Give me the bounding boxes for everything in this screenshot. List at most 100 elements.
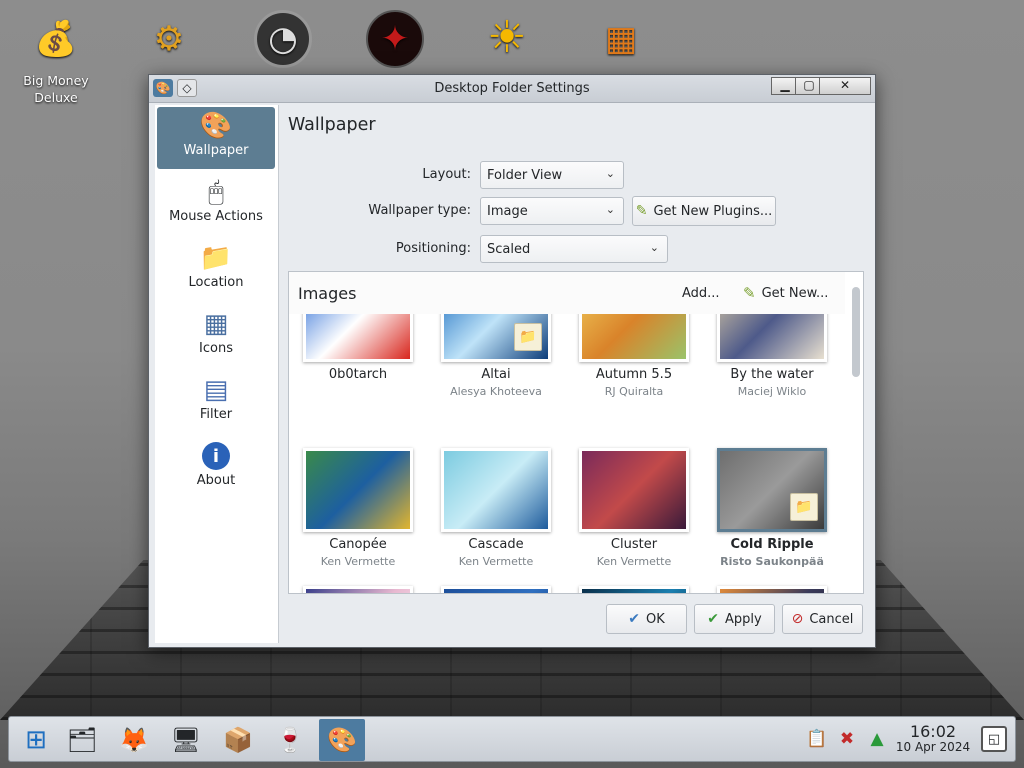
wallpaper-thumbnail[interactable] (579, 586, 689, 593)
wallpaper-item[interactable]: 📁 Cold Ripple Risto Saukonpää (707, 448, 837, 568)
close-button[interactable]: ✕ (819, 77, 871, 95)
sidebar-item-mouse-actions[interactable]: 🖱 Mouse Actions (157, 173, 275, 235)
wallpaper-thumbnail[interactable] (579, 448, 689, 532)
wallpaper-name: 0b0tarch (328, 367, 388, 382)
chevron-down-icon: ⌄ (605, 203, 615, 216)
wine-icon[interactable]: 🍷 (267, 719, 313, 761)
clipboard-icon[interactable]: 📋 (805, 727, 829, 751)
ok-button[interactable]: ✔ OK (606, 604, 687, 634)
sidebar-item-location[interactable]: 📁 Location (157, 239, 275, 301)
checkmark-icon: ✔ (707, 611, 720, 627)
package-installer-icon[interactable]: 📦 (215, 719, 261, 761)
wallpaper-name: Cascade (468, 537, 524, 552)
file-manager-icon[interactable]: 🗂 (59, 719, 105, 761)
wallpaper-name: By the water (730, 367, 814, 382)
settings-sidebar: 🎨 Wallpaper 🖱 Mouse Actions 📁 Location ▦… (155, 105, 279, 643)
wallpaper-thumbnail[interactable]: 📁 (717, 448, 827, 532)
network-disconnected-icon[interactable]: ✖ (835, 727, 859, 751)
layout-select[interactable]: Folder View ⌄ (480, 161, 624, 189)
sidebar-item-wallpaper[interactable]: 🎨 Wallpaper (157, 107, 275, 169)
wallpaper-item[interactable]: 0b0tarch (293, 314, 423, 382)
layout-label: Layout: (422, 167, 471, 182)
icons-icon: ▦ (203, 309, 229, 339)
cancel-icon: ⊘ (791, 611, 804, 627)
wallpaper-name: Altai (481, 367, 511, 382)
images-scrollbar[interactable] (851, 284, 861, 590)
images-panel: Images Add... ✎ Get New... 0b0tarch 📁 Alta… (288, 271, 864, 594)
wallpaper-item[interactable]: Autumn 5.5 RJ Quiralta (569, 314, 699, 398)
wallpaper-thumbnail[interactable] (441, 448, 551, 532)
wallpaper-author: Maciej Wiklo (737, 385, 807, 398)
start-menu-icon[interactable]: ⊞ (13, 719, 59, 761)
sidebar-item-label: Wallpaper (183, 143, 249, 158)
wallpaper-name: Cold Ripple (730, 537, 814, 552)
wallpaper-thumbnail[interactable] (303, 586, 413, 593)
info-icon: i (199, 439, 233, 473)
wallpaper-icon: 🎨 (199, 111, 233, 141)
wallpaper-type-select[interactable]: Image ⌄ (480, 197, 624, 225)
sidebar-item-filter[interactable]: ▤ Filter (157, 371, 275, 433)
wallpaper-item[interactable] (293, 586, 423, 593)
wallpaper-item[interactable]: Cluster Ken Vermette (569, 448, 699, 568)
positioning-value: Scaled (487, 242, 531, 257)
positioning-select[interactable]: Scaled ⌄ (480, 235, 668, 263)
download-plugins-icon: ✎ (635, 203, 648, 219)
layout-value: Folder View (487, 168, 563, 183)
wallpaper-item[interactable]: By the water Maciej Wiklo (707, 314, 837, 398)
wallpaper-item[interactable] (569, 586, 699, 593)
wallpaper-author: Ken Vermette (596, 555, 672, 568)
wallpaper-name: Canopée (329, 537, 387, 552)
desktop-icon-papers-please[interactable]: ✦ (350, 10, 440, 72)
desktop-folder-settings-dialog: 🎨 ◇ Desktop Folder Settings ▁ ▢ ✕ 🎨 Wall… (148, 74, 876, 648)
desktop-icon-kevin-pc[interactable]: ◔ (238, 10, 328, 72)
system-settings-icon[interactable]: 🖥 (163, 719, 209, 761)
desktop-icon-kevin-office[interactable]: ▦ (576, 10, 666, 72)
checkmark-icon: ✔ (628, 611, 640, 627)
wallpaper-author: Alesya Khoteeva (450, 385, 542, 398)
wallpaper-type-value: Image (487, 204, 528, 219)
get-new-plugins-button[interactable]: ✎ Get New Plugins... (632, 196, 776, 226)
scrollbar-thumb[interactable] (852, 287, 860, 377)
page-title: Wallpaper (288, 115, 376, 135)
wallpaper-type-label: Wallpaper type: (368, 203, 471, 218)
wallpaper-thumbnail[interactable] (579, 314, 689, 362)
speedometer-icon: ◔ (254, 10, 312, 68)
desktop-icon-5[interactable]: ☀ (462, 8, 552, 70)
money-bag-icon: 💰 (34, 18, 78, 59)
wallpaper-item[interactable] (707, 586, 837, 593)
get-new-label: Get New... (761, 285, 829, 301)
title-bar[interactable]: 🎨 ◇ Desktop Folder Settings ▁ ▢ ✕ (149, 75, 875, 103)
sidebar-item-label: Mouse Actions (169, 209, 263, 224)
show-desktop-icon[interactable]: ◱ (981, 726, 1007, 752)
sidebar-item-label: Location (188, 275, 244, 290)
wallpaper-thumbnail[interactable] (717, 314, 827, 362)
cancel-button[interactable]: ⊘ Cancel (782, 604, 863, 634)
wallpaper-item[interactable]: Canopée Ken Vermette (293, 448, 423, 568)
add-image-button[interactable]: Add... (682, 286, 720, 301)
wallpaper-item[interactable]: 📁 Altai Alesya Khoteeva (431, 314, 561, 398)
desktop-icon-big-money[interactable]: 💰 Big Money Deluxe (11, 10, 101, 106)
wallpaper-item[interactable]: Cascade Ken Vermette (431, 448, 561, 568)
taskbar: ⊞ 🗂 🦊 🖥 📦 🍷 🎨 📋 ✖ ▲ 16:02 10 Apr 2024 ◱ (8, 716, 1016, 762)
sidebar-item-icons[interactable]: ▦ Icons (157, 305, 275, 367)
apply-button[interactable]: ✔ Apply (694, 604, 775, 634)
wallpaper-thumbnail[interactable] (717, 586, 827, 593)
wallpaper-thumbnail[interactable] (441, 586, 551, 593)
wallpaper-thumbnail[interactable] (303, 314, 413, 362)
wallpaper-thumbnail[interactable] (303, 448, 413, 532)
wallpaper-item[interactable] (431, 586, 561, 593)
get-new-wallpapers-button[interactable]: ✎ Get New... (743, 284, 828, 302)
firefox-icon[interactable]: 🦊 (111, 719, 157, 761)
sidebar-item-label: Filter (199, 407, 233, 422)
wallpaper-thumbnail[interactable]: 📁 (441, 314, 551, 362)
download-wallpapers-icon: ✎ (743, 284, 756, 302)
desktop-settings-icon[interactable]: 🎨 (319, 719, 365, 761)
clock-time[interactable]: 16:02 (893, 722, 973, 741)
clock-date[interactable]: 10 Apr 2024 (883, 740, 983, 754)
wallpaper-name: Autumn 5.5 (595, 367, 673, 382)
sidebar-item-about[interactable]: i About (157, 437, 275, 499)
desktop-icon-2[interactable]: ⚙ (124, 10, 214, 72)
apply-label: Apply (725, 611, 762, 627)
cancel-label: Cancel (809, 611, 854, 627)
papers-please-icon: ✦ (366, 10, 424, 68)
